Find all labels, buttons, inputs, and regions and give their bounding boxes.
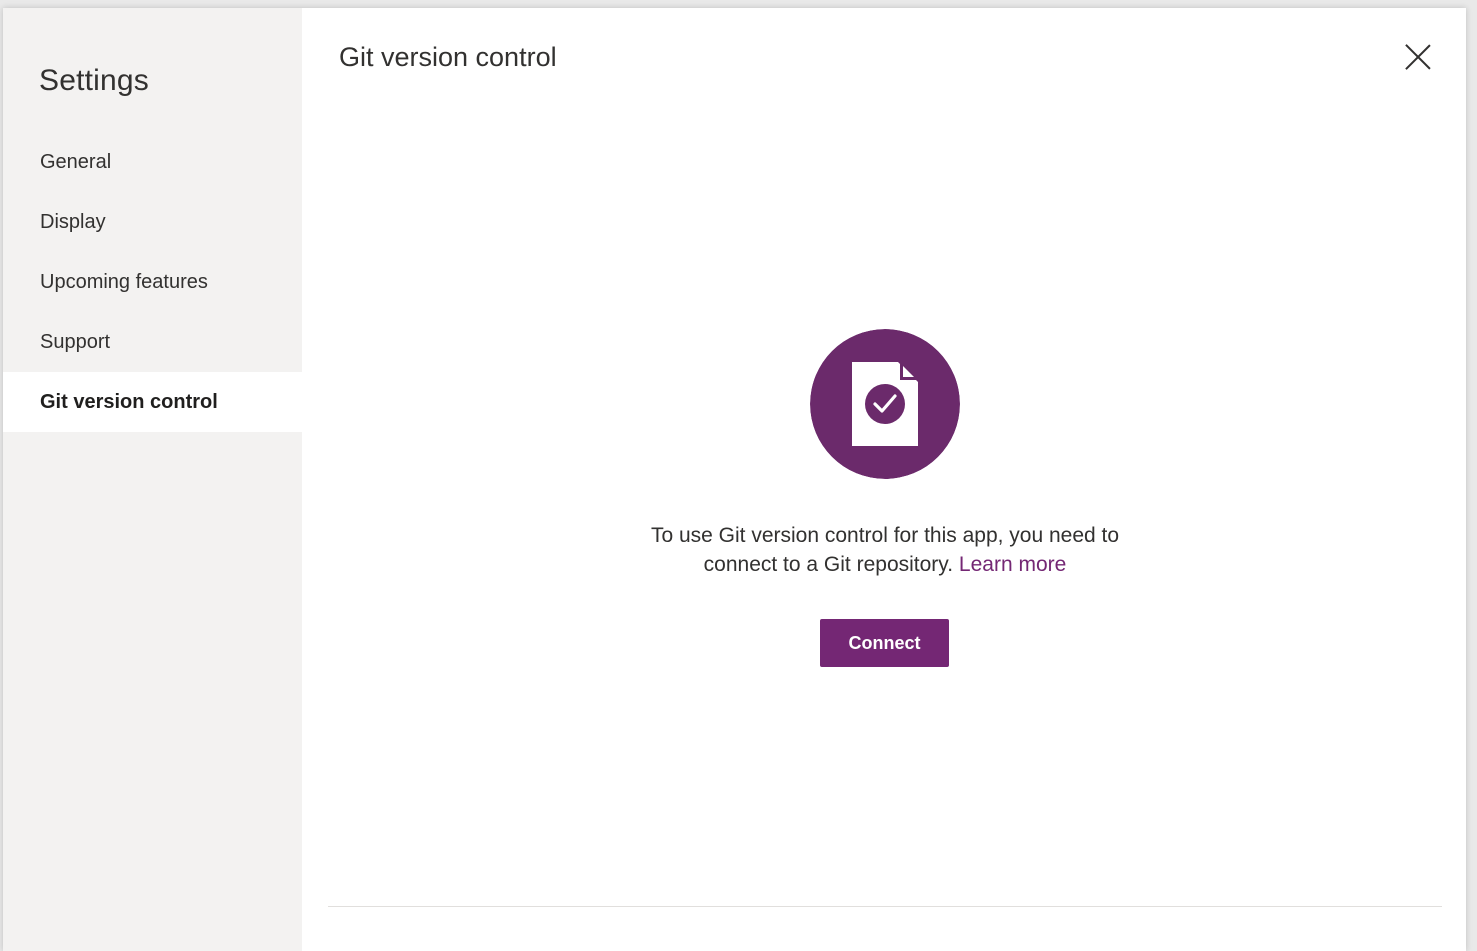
learn-more-link[interactable]: Learn more bbox=[959, 553, 1066, 576]
sidebar-title: Settings bbox=[39, 64, 149, 97]
page-title: Git version control bbox=[339, 42, 557, 72]
settings-dialog: Settings General Display Upcoming featur… bbox=[3, 8, 1466, 951]
settings-sidebar: Settings General Display Upcoming featur… bbox=[3, 8, 302, 951]
connect-button[interactable]: Connect bbox=[820, 619, 949, 667]
settings-nav: General Display Upcoming features Suppor… bbox=[3, 132, 302, 432]
close-icon[interactable] bbox=[1401, 40, 1435, 74]
document-check-graphic bbox=[810, 329, 960, 479]
footer-divider bbox=[328, 906, 1442, 907]
sidebar-item-upcoming-features[interactable]: Upcoming features bbox=[3, 252, 302, 312]
git-info-message: To use Git version control for this app,… bbox=[635, 521, 1135, 579]
sidebar-item-support[interactable]: Support bbox=[3, 312, 302, 372]
sidebar-item-git-version-control[interactable]: Git version control bbox=[3, 372, 302, 432]
sidebar-item-display[interactable]: Display bbox=[3, 192, 302, 252]
document-check-icon bbox=[810, 329, 960, 479]
sidebar-item-general[interactable]: General bbox=[3, 132, 302, 192]
